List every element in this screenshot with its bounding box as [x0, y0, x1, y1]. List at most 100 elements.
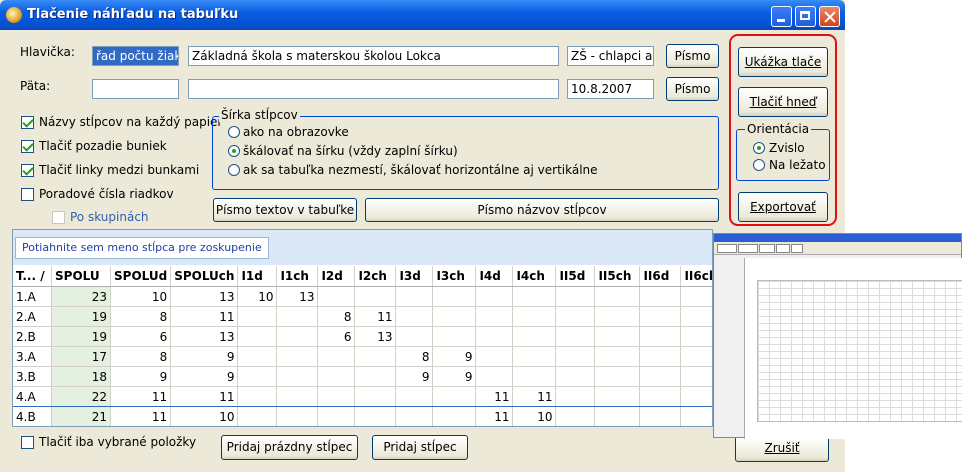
table-cell[interactable]: 9 — [170, 346, 239, 367]
footer-center-input[interactable] — [188, 79, 559, 99]
table-cell[interactable] — [237, 306, 278, 327]
table-cell[interactable] — [594, 366, 641, 387]
table-cell[interactable] — [276, 366, 319, 387]
table-cell[interactable]: 10 — [170, 406, 239, 426]
table-cell[interactable]: 13 — [170, 286, 239, 307]
column-names-font-button[interactable]: Písmo názvov stĺpcov — [365, 198, 719, 222]
table-cell[interactable] — [317, 286, 356, 307]
table-cell[interactable] — [395, 406, 434, 426]
table-cell[interactable] — [639, 386, 682, 407]
table-cell[interactable]: 10 — [512, 406, 557, 426]
header-center-input[interactable]: Základná škola s materskou školou Lokca — [188, 46, 559, 66]
table-row[interactable]: 2.A 19 8 11 8 11 — [13, 306, 712, 327]
table-cell[interactable]: 11 — [170, 386, 239, 407]
table-cell[interactable]: 9 — [170, 366, 239, 387]
column-header[interactable]: II5ch — [594, 266, 641, 287]
table-cell[interactable]: 13 — [354, 326, 397, 347]
table-cell[interactable] — [432, 406, 477, 426]
table-cell[interactable] — [276, 306, 319, 327]
table-row[interactable]: 2.B 19 6 13 6 13 — [13, 326, 712, 347]
table-cell[interactable] — [594, 306, 641, 327]
table-cell[interactable] — [395, 306, 434, 327]
radio[interactable] — [753, 142, 765, 154]
data-grid[interactable]: Potiahnite sem meno stĺpca pre zoskupeni… — [12, 229, 713, 427]
column-header[interactable]: I4ch — [512, 266, 557, 287]
table-cell[interactable]: 1.A — [13, 286, 52, 307]
table-cell[interactable] — [512, 286, 557, 307]
table-cell[interactable] — [555, 346, 596, 367]
column-header[interactable]: I3d — [395, 266, 434, 287]
table-cell[interactable] — [475, 366, 514, 387]
table-cell[interactable] — [395, 286, 434, 307]
table-cell[interactable] — [432, 326, 477, 347]
table-cell[interactable]: 21 — [51, 406, 111, 426]
table-cell[interactable] — [276, 386, 319, 407]
table-cell[interactable] — [276, 346, 319, 367]
table-cell[interactable] — [317, 346, 356, 367]
table-cell[interactable] — [680, 306, 712, 327]
table-cell[interactable] — [639, 326, 682, 347]
footer-left-input[interactable] — [92, 79, 179, 99]
column-header[interactable]: SPOLU — [51, 266, 111, 287]
table-cell[interactable]: 11 — [170, 306, 239, 327]
table-row[interactable]: 1.A 23 10 13 10 13 — [13, 286, 712, 307]
checkbox[interactable] — [21, 116, 34, 129]
table-cell[interactable]: 11 — [110, 386, 172, 407]
table-cell[interactable] — [594, 286, 641, 307]
header-font-button[interactable]: Písmo — [666, 44, 719, 68]
table-cell[interactable] — [475, 286, 514, 307]
table-cell[interactable] — [639, 406, 682, 426]
table-cell[interactable] — [594, 406, 641, 426]
table-cell[interactable] — [237, 326, 278, 347]
column-header[interactable]: I2ch — [354, 266, 397, 287]
table-cell[interactable]: 13 — [170, 326, 239, 347]
table-cell[interactable] — [432, 306, 477, 327]
cancel-button[interactable]: Zrušiť — [735, 436, 829, 462]
header-right-input[interactable]: ZŠ - chlapci a di — [567, 46, 654, 66]
checkbox[interactable] — [21, 164, 34, 177]
table-cell[interactable]: 22 — [51, 386, 111, 407]
table-cell[interactable]: 11 — [354, 306, 397, 327]
table-cell[interactable] — [354, 346, 397, 367]
table-cell[interactable]: 17 — [51, 346, 111, 367]
table-cell[interactable]: 8 — [395, 346, 434, 367]
table-cell[interactable] — [594, 346, 641, 367]
table-cell[interactable] — [276, 406, 319, 426]
table-cell[interactable]: 3.B — [13, 366, 52, 387]
column-header[interactable]: I1d — [237, 266, 278, 287]
table-row[interactable]: 4.B 21 11 10 11 10 — [13, 406, 712, 426]
add-column-button[interactable]: Pridaj stĺpec — [372, 435, 468, 460]
table-cell[interactable]: 13 — [276, 286, 319, 307]
column-header[interactable]: I3ch — [432, 266, 477, 287]
table-cell[interactable]: 8 — [110, 346, 172, 367]
table-cell[interactable] — [555, 326, 596, 347]
print-now-button[interactable]: Tlačiť hneď — [738, 87, 828, 117]
column-header[interactable]: I1ch — [276, 266, 319, 287]
table-cell[interactable]: 6 — [110, 326, 172, 347]
table-cell[interactable] — [432, 286, 477, 307]
table-cell[interactable]: 4.B — [13, 406, 52, 426]
column-header[interactable]: II6ch — [680, 266, 712, 287]
table-cell[interactable] — [395, 386, 434, 407]
add-empty-column-button[interactable]: Pridaj prázdny stĺpec — [221, 435, 358, 460]
table-cell[interactable] — [354, 366, 397, 387]
table-cell[interactable]: 11 — [475, 386, 514, 407]
table-cell[interactable]: 23 — [51, 286, 111, 307]
table-cell[interactable] — [512, 306, 557, 327]
table-cell[interactable]: 19 — [51, 306, 111, 327]
table-cell[interactable] — [354, 406, 397, 426]
table-cell[interactable]: 8 — [110, 306, 172, 327]
table-cell[interactable]: 10 — [110, 286, 172, 307]
footer-font-button[interactable]: Písmo — [666, 77, 719, 101]
table-cell[interactable] — [680, 366, 712, 387]
table-cell[interactable]: 9 — [432, 346, 477, 367]
table-cell[interactable]: 11 — [512, 386, 557, 407]
export-button[interactable]: Exportovať — [738, 192, 828, 222]
radio[interactable] — [753, 159, 765, 171]
table-cell[interactable]: 8 — [317, 306, 356, 327]
table-cell[interactable] — [354, 386, 397, 407]
table-cell[interactable]: 9 — [110, 366, 172, 387]
table-cell[interactable] — [512, 366, 557, 387]
table-cell[interactable] — [594, 386, 641, 407]
table-cell[interactable]: 11 — [110, 406, 172, 426]
